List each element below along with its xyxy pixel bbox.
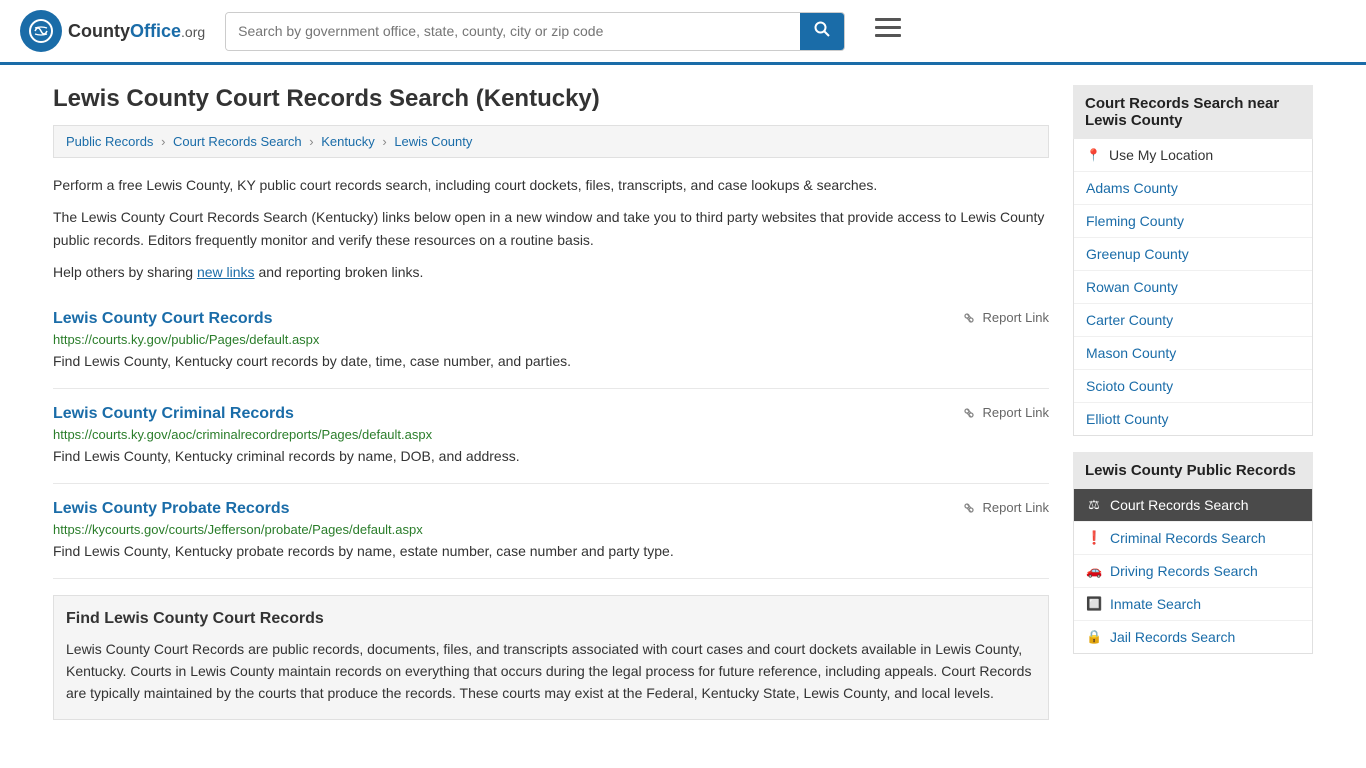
logo-link[interactable]: CountyOffice.org bbox=[20, 10, 205, 52]
county-mason-link[interactable]: Mason County bbox=[1074, 337, 1312, 369]
court-records-icon: ⚖ bbox=[1086, 497, 1102, 513]
county-rowan[interactable]: Rowan County bbox=[1074, 271, 1312, 304]
description-3: Help others by sharing new links and rep… bbox=[53, 261, 1049, 283]
new-links[interactable]: new links bbox=[197, 264, 255, 280]
report-link-0[interactable]: Report Link bbox=[961, 310, 1049, 326]
search-button[interactable] bbox=[800, 13, 844, 50]
public-court-records-label: Court Records Search bbox=[1110, 497, 1249, 513]
record-title-2[interactable]: Lewis County Probate Records bbox=[53, 500, 290, 518]
use-location-item[interactable]: 📍 Use My Location bbox=[1074, 139, 1312, 172]
public-jail-records[interactable]: 🔒 Jail Records Search bbox=[1074, 621, 1312, 653]
public-records-list: ⚖ Court Records Search ❗ Criminal Record… bbox=[1073, 489, 1313, 654]
breadcrumb-court-records-search[interactable]: Court Records Search bbox=[173, 134, 302, 149]
content-wrapper: Lewis County Court Records Search (Kentu… bbox=[33, 65, 1333, 740]
public-criminal-records-label: Criminal Records Search bbox=[1110, 530, 1266, 546]
sidebar: Court Records Search near Lewis County 📍… bbox=[1073, 85, 1313, 720]
county-rowan-link[interactable]: Rowan County bbox=[1074, 271, 1312, 303]
county-scioto[interactable]: Scioto County bbox=[1074, 370, 1312, 403]
county-elliott[interactable]: Elliott County bbox=[1074, 403, 1312, 435]
record-url-1: https://courts.ky.gov/aoc/criminalrecord… bbox=[53, 427, 1049, 442]
breadcrumb-lewis-county[interactable]: Lewis County bbox=[394, 134, 472, 149]
criminal-records-icon: ❗ bbox=[1086, 530, 1102, 546]
record-url-0: https://courts.ky.gov/public/Pages/defau… bbox=[53, 332, 1049, 347]
county-carter-link[interactable]: Carter County bbox=[1074, 304, 1312, 336]
county-carter[interactable]: Carter County bbox=[1074, 304, 1312, 337]
description-2: The Lewis County Court Records Search (K… bbox=[53, 206, 1049, 251]
public-criminal-records-link[interactable]: ❗ Criminal Records Search bbox=[1074, 522, 1312, 554]
record-item-0: Lewis County Court Records Report Link h… bbox=[53, 294, 1049, 389]
main-content: Lewis County Court Records Search (Kentu… bbox=[53, 85, 1049, 720]
hamburger-menu[interactable] bbox=[875, 18, 901, 44]
find-section: Find Lewis County Court Records Lewis Co… bbox=[53, 595, 1049, 720]
record-desc-0: Find Lewis County, Kentucky court record… bbox=[53, 351, 1049, 372]
county-greenup-link[interactable]: Greenup County bbox=[1074, 238, 1312, 270]
record-items-container: Lewis County Court Records Report Link h… bbox=[53, 294, 1049, 579]
search-bar bbox=[225, 12, 845, 51]
county-greenup[interactable]: Greenup County bbox=[1074, 238, 1312, 271]
public-records-header: Lewis County Public Records bbox=[1073, 452, 1313, 489]
public-jail-records-link[interactable]: 🔒 Jail Records Search bbox=[1074, 621, 1312, 653]
public-driving-records[interactable]: 🚗 Driving Records Search bbox=[1074, 555, 1312, 588]
nearby-list: 📍 Use My Location Adams County Fleming C… bbox=[1073, 139, 1313, 436]
record-item-2: Lewis County Probate Records Report Link… bbox=[53, 484, 1049, 579]
county-scioto-link[interactable]: Scioto County bbox=[1074, 370, 1312, 402]
county-mason[interactable]: Mason County bbox=[1074, 337, 1312, 370]
public-jail-records-label: Jail Records Search bbox=[1110, 629, 1235, 645]
record-header-2: Lewis County Probate Records Report Link bbox=[53, 500, 1049, 518]
pin-icon: 📍 bbox=[1086, 148, 1101, 162]
use-location-label: Use My Location bbox=[1109, 147, 1213, 163]
county-adams[interactable]: Adams County bbox=[1074, 172, 1312, 205]
breadcrumb: Public Records › Court Records Search › … bbox=[53, 125, 1049, 158]
public-driving-records-label: Driving Records Search bbox=[1110, 563, 1258, 579]
record-title-1[interactable]: Lewis County Criminal Records bbox=[53, 405, 294, 423]
search-input[interactable] bbox=[226, 13, 800, 50]
county-fleming-link[interactable]: Fleming County bbox=[1074, 205, 1312, 237]
record-desc-1: Find Lewis County, Kentucky criminal rec… bbox=[53, 446, 1049, 467]
public-records-section: Lewis County Public Records ⚖ Court Reco… bbox=[1073, 452, 1313, 654]
report-link-2[interactable]: Report Link bbox=[961, 500, 1049, 516]
record-item-1: Lewis County Criminal Records Report Lin… bbox=[53, 389, 1049, 484]
logo-text: CountyOffice.org bbox=[68, 21, 205, 42]
breadcrumb-public-records[interactable]: Public Records bbox=[66, 134, 153, 149]
breadcrumb-kentucky[interactable]: Kentucky bbox=[321, 134, 374, 149]
county-elliott-link[interactable]: Elliott County bbox=[1074, 403, 1312, 435]
jail-records-icon: 🔒 bbox=[1086, 629, 1102, 645]
public-criminal-records[interactable]: ❗ Criminal Records Search bbox=[1074, 522, 1312, 555]
record-desc-2: Find Lewis County, Kentucky probate reco… bbox=[53, 541, 1049, 562]
record-url-2: https://kycourts.gov/courts/Jefferson/pr… bbox=[53, 522, 1049, 537]
logo-icon bbox=[20, 10, 62, 52]
public-driving-records-link[interactable]: 🚗 Driving Records Search bbox=[1074, 555, 1312, 587]
inmate-search-icon: 🔲 bbox=[1086, 596, 1102, 612]
report-link-1[interactable]: Report Link bbox=[961, 405, 1049, 421]
record-title-0[interactable]: Lewis County Court Records bbox=[53, 310, 273, 328]
public-court-records-link[interactable]: ⚖ Court Records Search bbox=[1074, 489, 1312, 521]
record-header-1: Lewis County Criminal Records Report Lin… bbox=[53, 405, 1049, 423]
public-inmate-search-label: Inmate Search bbox=[1110, 596, 1201, 612]
nearby-section: Court Records Search near Lewis County 📍… bbox=[1073, 85, 1313, 436]
driving-records-icon: 🚗 bbox=[1086, 563, 1102, 579]
public-inmate-search[interactable]: 🔲 Inmate Search bbox=[1074, 588, 1312, 621]
description-1: Perform a free Lewis County, KY public c… bbox=[53, 174, 1049, 196]
county-fleming[interactable]: Fleming County bbox=[1074, 205, 1312, 238]
nearby-header: Court Records Search near Lewis County bbox=[1073, 85, 1313, 139]
use-location-link[interactable]: 📍 Use My Location bbox=[1074, 139, 1312, 171]
find-section-body: Lewis County Court Records are public re… bbox=[66, 638, 1036, 705]
page-title: Lewis County Court Records Search (Kentu… bbox=[53, 85, 1049, 113]
county-adams-link[interactable]: Adams County bbox=[1074, 172, 1312, 204]
site-header: CountyOffice.org bbox=[0, 0, 1366, 65]
public-court-records[interactable]: ⚖ Court Records Search bbox=[1074, 489, 1312, 522]
record-header-0: Lewis County Court Records Report Link bbox=[53, 310, 1049, 328]
public-inmate-search-link[interactable]: 🔲 Inmate Search bbox=[1074, 588, 1312, 620]
find-section-title: Find Lewis County Court Records bbox=[66, 610, 1036, 628]
